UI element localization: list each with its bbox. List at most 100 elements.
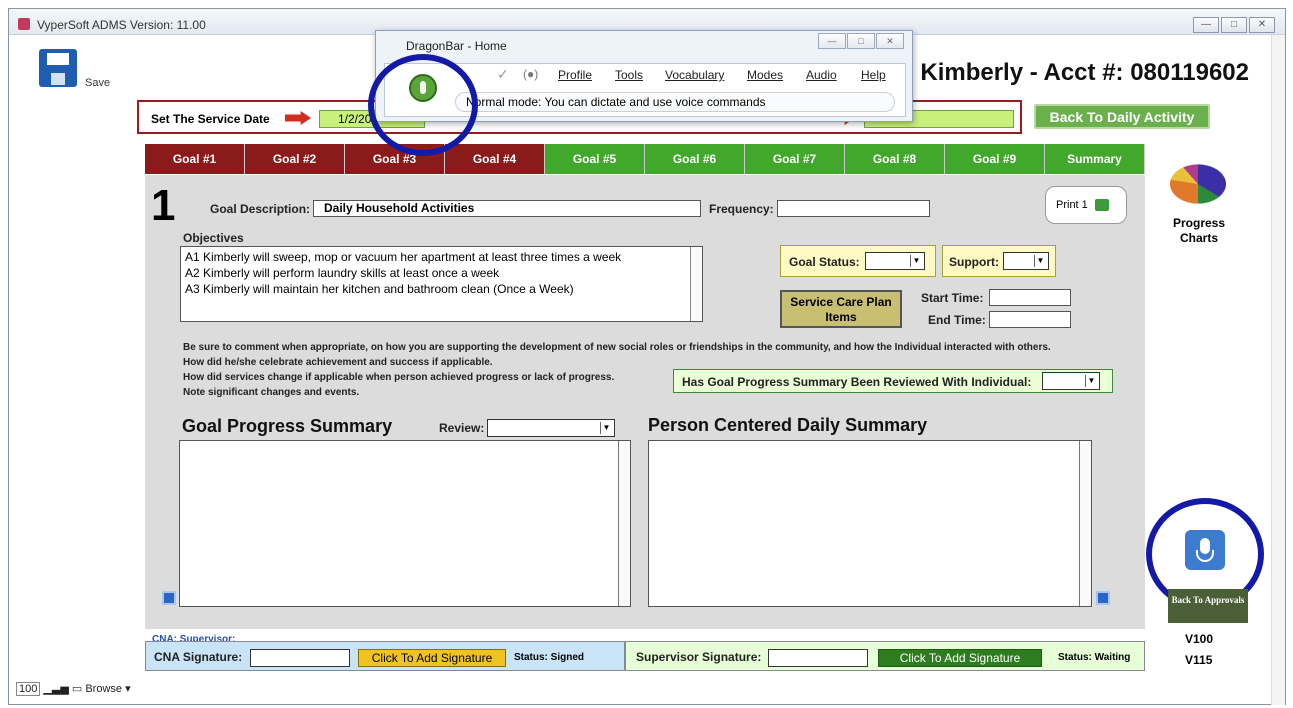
goal-description-field[interactable]: Daily Household Activities [313,200,701,217]
expand-icon[interactable] [162,591,176,605]
minimize-button[interactable]: — [818,33,846,49]
version-v100: V100 [1185,632,1214,646]
frequency-field[interactable] [777,200,930,217]
tab-goal-9[interactable]: Goal #9 [945,144,1045,174]
signature-bar: CNA Signature: Click To Add Signature St… [145,641,1145,671]
tab-goal-8[interactable]: Goal #8 [845,144,945,174]
textarea-scrollbar[interactable] [618,441,630,606]
pie-chart-icon[interactable] [1170,164,1226,204]
cna-signature-status: Status: Signed [514,652,585,663]
supervisor-signature-status: Status: Waiting [1058,652,1131,663]
close-button[interactable]: ✕ [1249,17,1275,33]
browse-mode[interactable]: Browse [85,683,122,695]
goal-progress-summary-title: Goal Progress Summary [182,416,393,436]
minimize-button[interactable]: — [1193,17,1219,33]
reviewed-label: Has Goal Progress Summary Been Reviewed … [682,375,1032,389]
note-line: Note significant changes and events. [183,387,360,398]
signal-icon: ▁▃▅ [43,683,69,695]
chevron-down-icon: ▼ [1034,255,1046,267]
red-arrow-icon [285,111,311,125]
print-button[interactable]: Print 1 [1045,186,1127,224]
goal-progress-summary-textarea[interactable] [179,440,631,607]
menu-tools[interactable]: Tools [615,68,643,82]
person-centered-summary-textarea[interactable] [648,440,1092,607]
goal-form: Set The Service Date 1/2/20 Back To Dail… [137,96,1257,671]
status-bar: 100 ▁▃▅ ▭ Browse ▾ [16,682,1266,700]
start-time-field[interactable] [989,289,1071,306]
window-controls: — □ ✕ [1193,17,1275,33]
review-select[interactable]: ▼ [487,419,615,437]
end-time-field[interactable] [989,311,1071,328]
back-to-daily-activity-button[interactable]: Back To Daily Activity [1034,104,1210,129]
textarea-scrollbar[interactable] [1079,441,1091,606]
supervisor-signature-field[interactable] [768,649,868,667]
cna-signature-group: CNA Signature: Click To Add Signature St… [145,641,625,671]
objectives-scrollbar[interactable] [690,247,702,321]
support-label: Support: [949,255,999,269]
goal-status-select[interactable]: ▼ [865,252,925,270]
objective-item: A2 Kimberly will perform laundry skills … [185,266,500,280]
menu-audio[interactable]: Audio [806,68,837,82]
chevron-down-icon[interactable]: ▾ [125,683,131,695]
objective-item: A3 Kimberly will maintain her kitchen an… [185,282,574,296]
start-time-label: Start Time: [921,291,984,305]
review-label: Review: [439,421,485,435]
cna-signature-field[interactable] [250,649,350,667]
tab-goal-4[interactable]: Goal #4 [445,144,545,174]
layout-icon: ▭ [71,683,83,695]
note-line: How did services change if applicable wh… [183,372,615,383]
cna-add-signature-button[interactable]: Click To Add Signature [358,649,506,667]
reviewed-with-individual-group: Has Goal Progress Summary Been Reviewed … [673,369,1113,393]
objectives-label: Objectives [183,231,244,245]
progress-charts-label[interactable]: Progress Charts [1160,216,1238,246]
window-scrollbar[interactable] [1271,35,1285,705]
printer-icon [1094,199,1109,212]
reviewed-select[interactable]: ▼ [1042,372,1100,390]
goal-tabs: Goal #1 Goal #2 Goal #3 Goal #4 Goal #5 … [145,144,1145,174]
tab-goal-2[interactable]: Goal #2 [245,144,345,174]
tab-goal-6[interactable]: Goal #6 [645,144,745,174]
version-v115: V115 [1185,653,1213,667]
tab-goal-5[interactable]: Goal #5 [545,144,645,174]
supervisor-signature-group: Supervisor Signature: Click To Add Signa… [625,641,1145,671]
checkmark-icon[interactable]: ✓ [497,66,509,83]
menu-modes[interactable]: Modes [747,68,783,82]
note-line: How did he/she celebrate achievement and… [183,357,493,368]
app-icon [18,18,30,30]
service-date-label: Set The Service Date [151,112,270,126]
supervisor-add-signature-button[interactable]: Click To Add Signature [878,649,1042,667]
tab-goal-1[interactable]: Goal #1 [145,144,245,174]
save-button[interactable]: Save [39,49,149,93]
note-line: Be sure to comment when appropriate, on … [183,342,1051,353]
menu-profile[interactable]: Profile [558,68,592,82]
support-select[interactable]: ▼ [1003,252,1049,270]
tab-goal-7[interactable]: Goal #7 [745,144,845,174]
support-group: Support: ▼ [942,245,1056,277]
end-time-label: End Time: [928,313,986,327]
expand-icon[interactable] [1096,591,1110,605]
person-centered-summary-title: Person Centered Daily Summary [648,415,928,435]
tab-summary[interactable]: Summary [1045,144,1145,174]
window-title: VyperSoft ADMS Version: 11.00 [37,18,206,32]
chevron-down-icon: ▼ [600,422,612,434]
menu-help[interactable]: Help [861,68,886,82]
objective-item: A1 Kimberly will sweep, mop or vacuum he… [185,250,622,264]
menu-vocabulary[interactable]: Vocabulary [665,68,724,82]
highlight-circle [368,54,478,156]
frequency-label: Frequency: [709,202,774,216]
maximize-button[interactable]: □ [1221,17,1247,33]
goal-status-label: Goal Status: [789,255,860,269]
objectives-list[interactable]: A1 Kimberly will sweep, mop or vacuum he… [180,246,703,322]
floppy-disk-icon [39,49,77,87]
zoom-level[interactable]: 100 [16,682,41,696]
service-care-plan-button[interactable]: Service Care Plan Items [780,290,902,328]
radio-icon[interactable]: (●) [523,67,538,81]
cna-signature-label: CNA Signature: [154,650,243,664]
goal-status-group: Goal Status: ▼ [780,245,936,277]
back-to-approvals-button[interactable]: Back To Approvals [1168,589,1248,623]
goal-number: 1 [151,181,176,230]
maximize-button[interactable]: □ [847,33,875,49]
chevron-down-icon: ▼ [1085,375,1097,387]
close-button[interactable]: ✕ [876,33,904,49]
client-title: Kimberly - Acct #: 080119602 [920,59,1249,86]
